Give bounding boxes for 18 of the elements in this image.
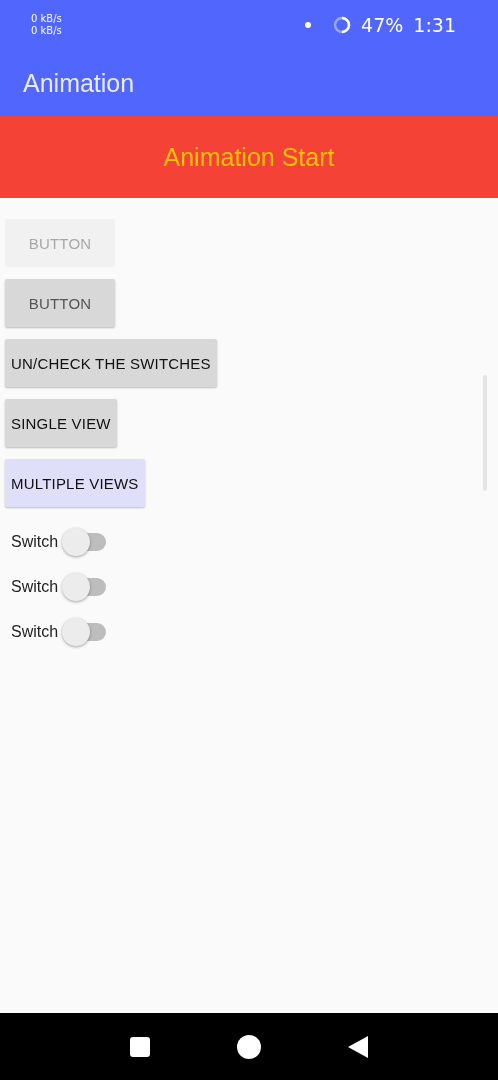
clock: 1:31 xyxy=(413,14,456,36)
download-speed: 0 kB/s xyxy=(31,25,62,37)
switch-label: Switch xyxy=(11,577,59,596)
upload-speed: 0 kB/s xyxy=(31,13,62,25)
loading-ring-icon xyxy=(333,16,352,34)
action-button[interactable]: BUTTON xyxy=(5,279,115,327)
action-button[interactable]: SINGLE VIEW xyxy=(5,399,117,447)
switch-label: Switch xyxy=(11,622,59,641)
app-title: Animation xyxy=(23,68,135,98)
circle-icon[interactable] xyxy=(237,1034,261,1059)
battery-level: 47% xyxy=(361,14,404,36)
banner-text: Animation Start xyxy=(163,142,335,172)
notification-dot-icon xyxy=(305,22,312,28)
action-button[interactable]: UN/CHECK THE SWITCHES xyxy=(5,339,217,387)
square-icon[interactable] xyxy=(129,1035,151,1058)
action-button[interactable]: MULTIPLE VIEWS xyxy=(5,459,145,507)
back-triangle-icon[interactable] xyxy=(347,1034,369,1059)
switch-label: Switch xyxy=(11,532,59,551)
